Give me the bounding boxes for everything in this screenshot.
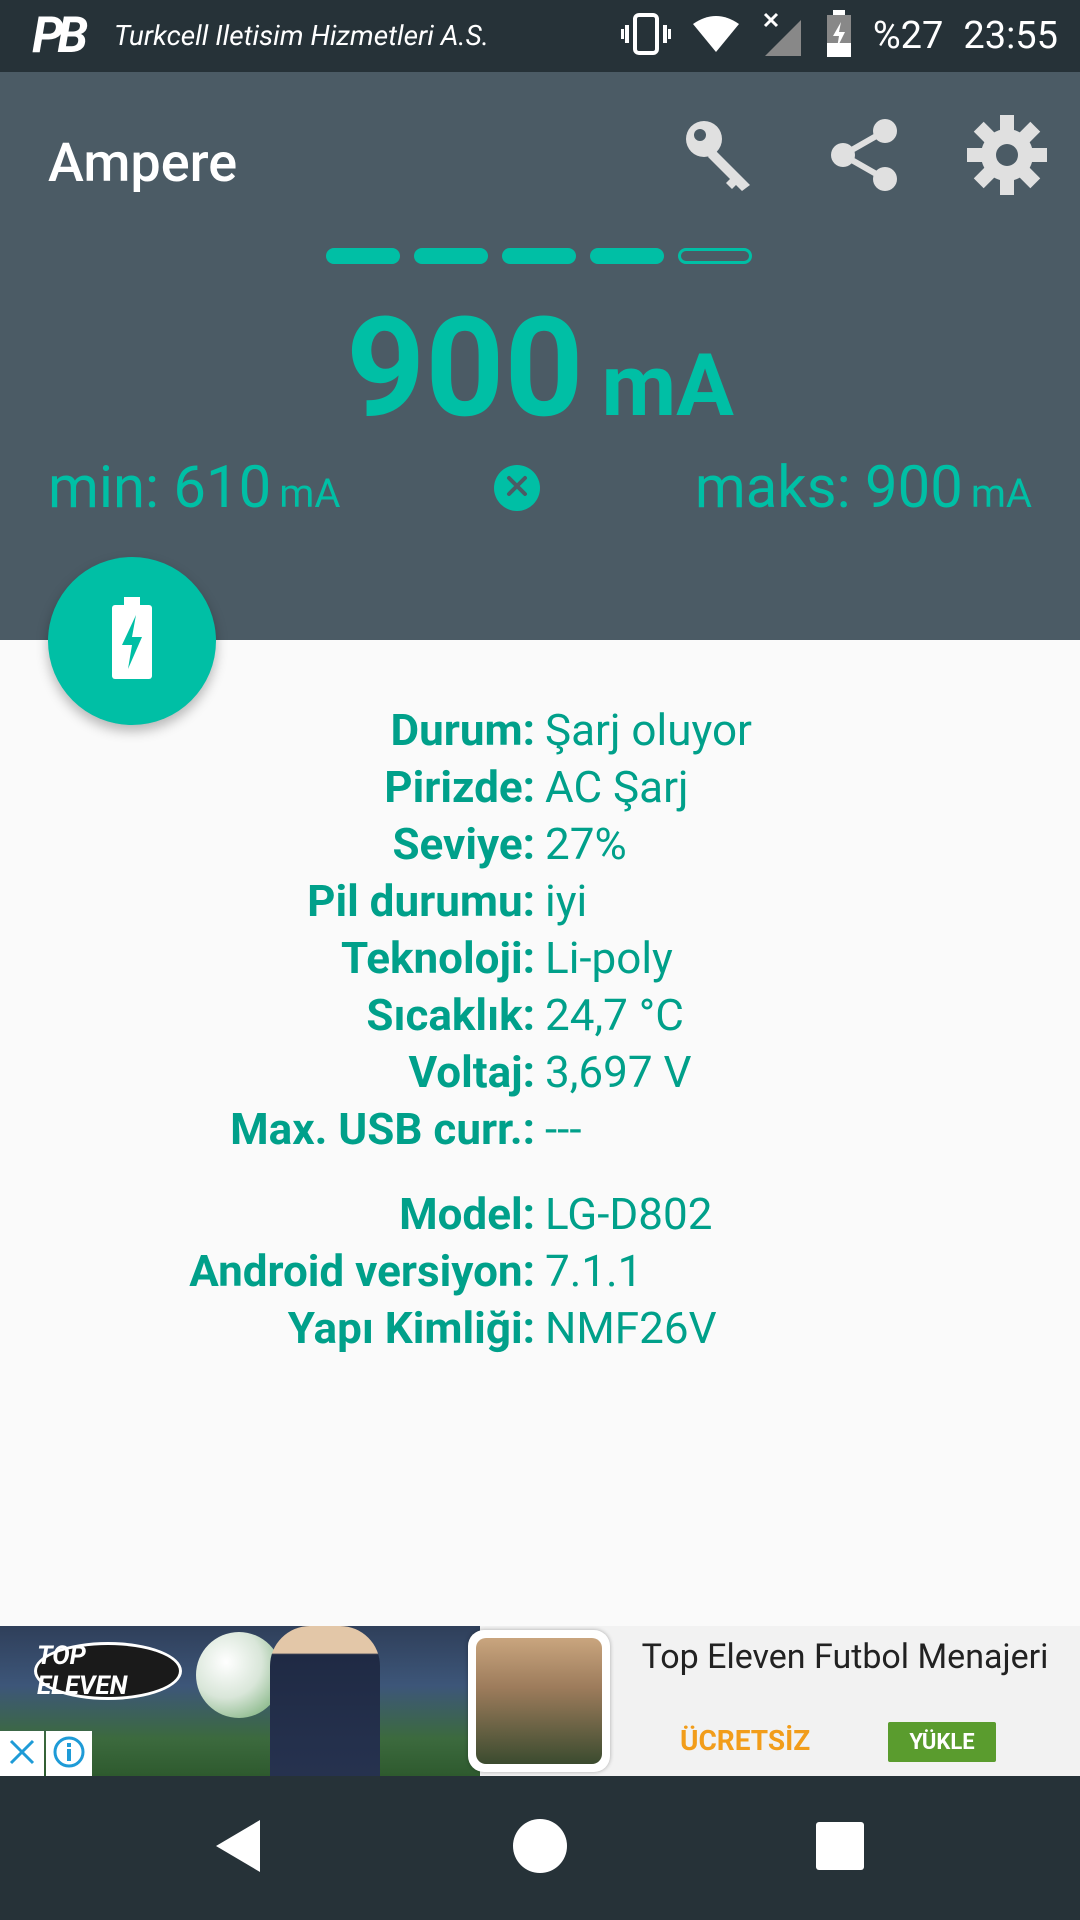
info-row-level: Seviye: 27% xyxy=(0,816,1080,873)
info-value: AC Şarj xyxy=(545,761,689,813)
battery-info-list: Durum: Şarj oluyor Pirizde: AC Şarj Seviye… xyxy=(0,702,1080,1357)
info-value: 3,697 V xyxy=(545,1046,692,1098)
info-value: --- xyxy=(545,1103,582,1155)
recent-apps-button[interactable] xyxy=(790,1798,890,1898)
info-key: Yapı Kimliği: xyxy=(287,1302,535,1354)
min-label: min: 610 xyxy=(48,454,272,522)
max-label: maks: 900 xyxy=(694,454,963,522)
max-unit: mA xyxy=(970,470,1032,517)
carrier-name: Turkcell Iletisim Hizmetleri A.S. xyxy=(114,19,489,52)
info-row-usb-current: Max. USB curr.: --- xyxy=(0,1101,1080,1158)
info-row-model: Model: LG-D802 xyxy=(0,1186,1080,1243)
level-segment xyxy=(502,248,576,264)
info-value: NMF26V xyxy=(545,1302,717,1354)
level-segment xyxy=(414,248,488,264)
info-row-plugged: Pirizde: AC Şarj xyxy=(0,759,1080,816)
ad-app-icon xyxy=(468,1630,610,1772)
recent-apps-icon xyxy=(812,1818,868,1878)
home-icon xyxy=(510,1816,570,1880)
reset-button[interactable] xyxy=(494,465,540,511)
ad-logo: TOP ELEVEN xyxy=(34,1641,182,1701)
min-unit: mA xyxy=(279,470,341,517)
info-key: Android versiyon: xyxy=(189,1245,535,1297)
info-value: iyi xyxy=(545,875,588,927)
min-reading: min: 610 mA xyxy=(48,454,340,522)
pb-logo: PB xyxy=(32,7,88,65)
clock: 23:55 xyxy=(963,14,1058,58)
ad-banner[interactable]: TOP ELEVEN Top Eleven Futbol Menajeri ÜC… xyxy=(0,1626,1080,1776)
battery-charging-icon xyxy=(108,597,156,685)
info-key: Sıcaklık: xyxy=(366,989,535,1041)
battery-percent: %27 xyxy=(872,14,944,58)
back-icon xyxy=(210,1816,270,1880)
battery-charging-icon xyxy=(825,10,853,62)
info-row-temperature: Sıcaklık: 24,7 °C xyxy=(0,987,1080,1044)
level-indicator xyxy=(326,248,752,264)
ad-install-button[interactable]: YÜKLE xyxy=(888,1722,996,1762)
info-row-android-version: Android versiyon: 7.1.1 xyxy=(0,1243,1080,1300)
info-key: Seviye: xyxy=(392,818,535,870)
info-row-status: Durum: Şarj oluyor xyxy=(0,702,1080,759)
home-button[interactable] xyxy=(490,1798,590,1898)
ad-manager-figure xyxy=(270,1626,380,1776)
info-key: Teknoloji: xyxy=(340,932,535,984)
info-value: Şarj oluyor xyxy=(545,704,752,756)
ad-close-button[interactable] xyxy=(0,1731,44,1776)
close-icon xyxy=(7,1737,37,1771)
info-value: Li-poly xyxy=(545,932,673,984)
key-button[interactable] xyxy=(675,112,765,202)
level-segment-empty xyxy=(678,248,752,264)
info-value: LG-D802 xyxy=(545,1188,713,1240)
battery-fab[interactable] xyxy=(48,557,216,725)
settings-icon xyxy=(965,113,1049,201)
app-header: Ampere 900 mA min: 610 mA maks: 900 mA xyxy=(0,72,1080,640)
info-key: Pirizde: xyxy=(384,761,535,813)
info-key: Voltaj: xyxy=(408,1046,535,1098)
info-value: 7.1.1 xyxy=(545,1245,643,1297)
info-value: 27% xyxy=(545,818,627,870)
info-key: Model: xyxy=(399,1188,535,1240)
current-value: 900 xyxy=(346,287,584,449)
app-title: Ampere xyxy=(48,132,238,195)
wifi-icon xyxy=(691,14,741,58)
share-button[interactable] xyxy=(820,112,910,202)
info-row-voltage: Voltaj: 3,697 V xyxy=(0,1044,1080,1101)
current-unit: mA xyxy=(601,335,734,436)
navigation-bar xyxy=(0,1776,1080,1920)
info-row-health: Pil durumu: iyi xyxy=(0,873,1080,930)
share-icon xyxy=(825,115,905,199)
info-key: Pil durumu: xyxy=(307,875,535,927)
ad-info-button[interactable] xyxy=(46,1731,92,1776)
info-row-build-id: Yapı Kimliği: NMF26V xyxy=(0,1300,1080,1357)
ad-title: Top Eleven Futbol Menajeri xyxy=(641,1637,1049,1677)
info-key: Durum: xyxy=(390,704,535,756)
back-button[interactable] xyxy=(190,1798,290,1898)
level-segment xyxy=(326,248,400,264)
ad-free-label: ÜCRETSİZ xyxy=(680,1724,811,1757)
max-reading: maks: 900 mA xyxy=(695,454,1032,522)
level-segment xyxy=(590,248,664,264)
info-key: Max. USB curr.: xyxy=(230,1103,535,1155)
status-icons: %27 23:55 xyxy=(620,0,1058,72)
status-bar: PB Turkcell Iletisim Hizmetleri A.S. %27… xyxy=(0,0,1080,72)
no-signal-icon xyxy=(761,10,805,62)
settings-button[interactable] xyxy=(962,112,1052,202)
info-value: 24,7 °C xyxy=(545,989,684,1041)
close-icon xyxy=(506,475,528,501)
current-reading: 900 mA xyxy=(0,287,1080,449)
vibrate-icon xyxy=(620,13,671,59)
key-icon xyxy=(680,115,760,199)
info-row-technology: Teknoloji: Li-poly xyxy=(0,930,1080,987)
info-icon xyxy=(52,1735,86,1773)
